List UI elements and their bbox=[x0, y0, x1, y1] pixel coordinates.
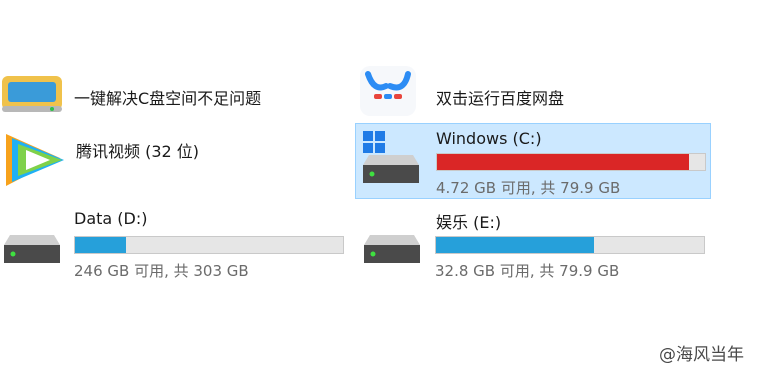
drive-d-usage-bar bbox=[74, 236, 344, 254]
hard-drive-icon bbox=[4, 235, 60, 263]
drive-c-usage-bar bbox=[436, 153, 706, 171]
watermark-text: @海风当年 bbox=[659, 345, 744, 365]
drive-e-usage-fill bbox=[436, 237, 595, 253]
drive-e-usage-bar bbox=[435, 236, 705, 254]
watermark: @海风当年 bbox=[659, 340, 744, 365]
drive-d-space-text: 246 GB 可用, 共 303 GB bbox=[74, 262, 249, 280]
drive-c-name: Windows (C:) bbox=[436, 129, 542, 148]
app-label-baidu-netdisk: 双击运行百度网盘 bbox=[436, 89, 565, 108]
baidu-netdisk-icon bbox=[360, 66, 416, 116]
tencent-video-play-icon bbox=[6, 134, 64, 186]
app-shortcut-tencent-video[interactable]: 腾讯视频 (32 位) bbox=[0, 128, 300, 192]
drive-cleanup-icon bbox=[2, 76, 62, 112]
app-shortcut-cleanup[interactable]: 一键解决C盘空间不足问题 bbox=[0, 66, 300, 116]
drive-e-name: 娱乐 (E:) bbox=[436, 213, 502, 232]
drive-e-space-text: 32.8 GB 可用, 共 79.9 GB bbox=[435, 262, 620, 280]
drive-tile-e[interactable]: 娱乐 (E:) 32.8 GB 可用, 共 79.9 GB bbox=[360, 204, 710, 280]
app-shortcut-baidu-netdisk[interactable]: 双击运行百度网盘 bbox=[360, 66, 660, 116]
app-label-cleanup: 一键解决C盘空间不足问题 bbox=[74, 89, 262, 108]
windows-logo-icon bbox=[363, 131, 385, 153]
drive-c-usage-fill bbox=[437, 154, 689, 170]
drive-d-usage-fill bbox=[75, 237, 126, 253]
drive-c-space-text: 4.72 GB 可用, 共 79.9 GB bbox=[436, 179, 621, 197]
drive-d-name: Data (D:) bbox=[74, 209, 148, 228]
hard-drive-icon bbox=[364, 235, 420, 263]
drive-tile-c-selected[interactable]: Windows (C:) 4.72 GB 可用, 共 79.9 GB bbox=[355, 123, 711, 199]
hard-drive-icon bbox=[363, 155, 419, 183]
drive-tile-d[interactable]: Data (D:) 246 GB 可用, 共 303 GB bbox=[0, 204, 346, 280]
app-label-tencent-video: 腾讯视频 (32 位) bbox=[76, 142, 200, 161]
